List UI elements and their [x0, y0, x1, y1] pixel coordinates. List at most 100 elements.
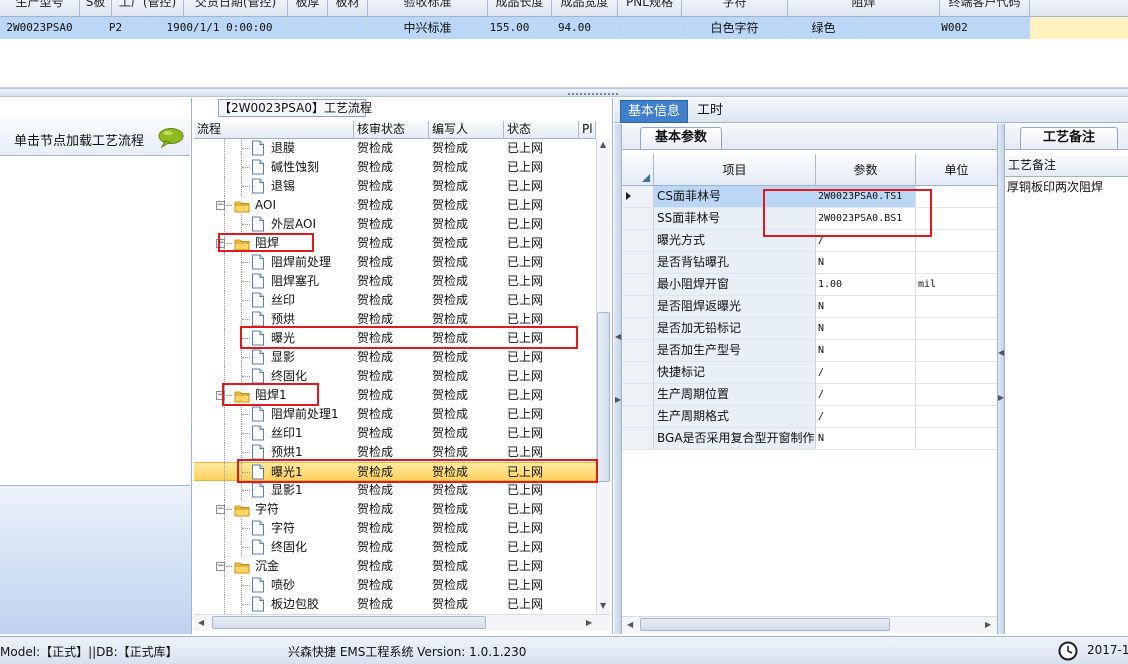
- cell-customer-code[interactable]: W002: [860, 17, 1050, 39]
- collapse-arrow-icon[interactable]: ◀: [998, 349, 1004, 357]
- tree-row[interactable]: 预烘1 贺检成 贺检成 已上网: [194, 443, 596, 462]
- row-indicator[interactable]: [622, 384, 654, 405]
- tree-node[interactable]: − 沉金: [194, 557, 354, 576]
- cell-length[interactable]: 155.00: [488, 17, 532, 39]
- col-header[interactable]: 交货日期(管控): [184, 0, 288, 17]
- col-header-audit[interactable]: 核审状态: [354, 121, 429, 139]
- params-row[interactable]: 是否背钻曝孔 N: [622, 252, 997, 274]
- param-unit[interactable]: [916, 384, 997, 405]
- col-header-author[interactable]: 编写人: [429, 121, 504, 139]
- tree-node[interactable]: 阻焊前处理: [194, 253, 354, 272]
- col-header[interactable]: 成品长度: [488, 0, 552, 17]
- params-row[interactable]: 生产周期位置 /: [622, 384, 997, 406]
- tree-row[interactable]: − 字符 贺检成 贺检成 已上网: [194, 500, 596, 519]
- tree-node[interactable]: 显影1: [194, 481, 354, 500]
- tree-node[interactable]: − 阻焊1: [194, 386, 354, 405]
- tree-row[interactable]: 字符 贺检成 贺检成 已上网: [194, 519, 596, 538]
- cell-character[interactable]: 白色字符: [682, 17, 788, 39]
- tree-row[interactable]: 阻焊前处理1 贺检成 贺检成 已上网: [194, 405, 596, 424]
- tree-row[interactable]: 显影 贺检成 贺检成 已上网: [194, 348, 596, 367]
- col-header-item[interactable]: 项目: [654, 154, 816, 186]
- param-unit[interactable]: [916, 428, 997, 449]
- param-unit[interactable]: [916, 230, 997, 251]
- params-row[interactable]: 是否加生产型号 N: [622, 340, 997, 362]
- col-header[interactable]: 板厚: [288, 0, 328, 17]
- tree-node[interactable]: 曝光: [194, 329, 354, 348]
- collapse-node-icon[interactable]: −: [216, 505, 225, 514]
- tree-node[interactable]: 碱性蚀刻: [194, 158, 354, 177]
- collapse-node-icon[interactable]: −: [216, 562, 225, 571]
- row-indicator[interactable]: [622, 340, 654, 361]
- tree-node[interactable]: 退膜: [194, 139, 354, 158]
- param-value[interactable]: N: [816, 428, 916, 449]
- tree-row[interactable]: 丝印1 贺检成 贺检成 已上网: [194, 424, 596, 443]
- tree-row[interactable]: − 阻焊 贺检成 贺检成 已上网: [194, 234, 596, 253]
- cell-s-board[interactable]: P2: [80, 17, 152, 39]
- param-value[interactable]: N: [816, 296, 916, 317]
- col-header[interactable]: 成品宽度: [552, 0, 618, 17]
- collapse-node-icon[interactable]: −: [216, 201, 225, 210]
- col-header-pl[interactable]: Pl: [579, 121, 596, 139]
- param-unit[interactable]: [916, 252, 997, 273]
- tree-row[interactable]: 曝光 贺检成 贺检成 已上网: [194, 329, 596, 348]
- tree-node[interactable]: 终固化: [194, 538, 354, 557]
- param-value[interactable]: N: [816, 252, 916, 273]
- tree-row[interactable]: 喷砂 贺检成 贺检成 已上网: [194, 576, 596, 595]
- tree-row[interactable]: 显影1 贺检成 贺检成 已上网: [194, 481, 596, 500]
- tree-node[interactable]: 外层AOI: [194, 215, 354, 234]
- splitter-grip-icon[interactable]: [568, 93, 618, 96]
- cell-model[interactable]: 2W0023PSA0: [0, 17, 80, 39]
- tree-row[interactable]: 外层AOI 贺检成 贺检成 已上网: [194, 215, 596, 234]
- col-header-status[interactable]: 状态: [504, 121, 579, 139]
- param-value[interactable]: /: [816, 362, 916, 383]
- cell-acceptance-std[interactable]: 中兴标准: [368, 17, 488, 39]
- tree-node[interactable]: 喷砂: [194, 576, 354, 595]
- tree-row[interactable]: 终固化 贺检成 贺检成 已上网: [194, 367, 596, 386]
- cell-pnl[interactable]: [618, 17, 682, 39]
- collapse-arrow-icon[interactable]: ◀: [615, 333, 621, 341]
- horizontal-splitter[interactable]: [0, 88, 1128, 97]
- tab-basic-params[interactable]: 基本参数: [640, 127, 722, 149]
- tree-node[interactable]: 阻焊前处理1: [194, 405, 354, 424]
- row-indicator[interactable]: [622, 186, 654, 207]
- param-unit[interactable]: [916, 340, 997, 361]
- tab-basic-info[interactable]: 基本信息: [620, 100, 688, 123]
- col-header[interactable]: 验收标准: [368, 0, 488, 17]
- param-unit[interactable]: [916, 186, 997, 207]
- params-row[interactable]: BGA是否采用复合型开窗制作 N: [622, 428, 997, 450]
- collapse-node-icon[interactable]: −: [216, 239, 225, 248]
- scroll-up-icon[interactable]: ▲: [600, 141, 606, 149]
- collapse-strip-middle[interactable]: [997, 124, 1005, 634]
- col-header[interactable]: PNL规格: [618, 0, 682, 17]
- order-grid-row[interactable]: 2W0023PSA0 P2 1900/1/1 0:00:00 中兴标准 155.…: [0, 17, 1128, 39]
- row-indicator[interactable]: [622, 230, 654, 251]
- cell-material[interactable]: [328, 17, 368, 39]
- row-indicator[interactable]: [622, 296, 654, 317]
- scroll-right-icon[interactable]: ▶: [985, 621, 991, 629]
- scroll-right-icon[interactable]: ▶: [586, 619, 592, 627]
- col-header[interactable]: 生产型号: [0, 0, 80, 17]
- tree-row[interactable]: − AOI 贺检成 贺检成 已上网: [194, 196, 596, 215]
- tab-process-notes[interactable]: 工艺备注: [1020, 127, 1118, 149]
- cell-width[interactable]: 94.00: [532, 17, 618, 39]
- col-header[interactable]: 板材: [328, 0, 368, 17]
- param-unit[interactable]: [916, 318, 997, 339]
- params-row[interactable]: 快捷标记 /: [622, 362, 997, 384]
- tab-work-hours[interactable]: 工时: [692, 100, 728, 123]
- cell-thickness[interactable]: [288, 17, 328, 39]
- scroll-left-icon[interactable]: ◀: [198, 619, 204, 627]
- tree-row[interactable]: 板边包胶 贺检成 贺检成 已上网: [194, 595, 596, 614]
- col-header[interactable]: 阻焊: [788, 0, 940, 17]
- tree-row[interactable]: − 沉金 贺检成 贺检成 已上网: [194, 557, 596, 576]
- param-value[interactable]: N: [816, 318, 916, 339]
- tree-node[interactable]: 预烘: [194, 310, 354, 329]
- param-unit[interactable]: [916, 208, 997, 229]
- param-value[interactable]: 2W0023PSA0.BS1: [816, 208, 916, 229]
- tree-row[interactable]: 终固化 贺检成 贺检成 已上网: [194, 538, 596, 557]
- param-value[interactable]: N: [816, 340, 916, 361]
- tree-hscroll-thumb[interactable]: [212, 616, 486, 629]
- tree-node[interactable]: 退锡: [194, 177, 354, 196]
- tree-node[interactable]: 丝印: [194, 291, 354, 310]
- tree-node[interactable]: 显影: [194, 348, 354, 367]
- tree-node[interactable]: 预烘1: [194, 443, 354, 462]
